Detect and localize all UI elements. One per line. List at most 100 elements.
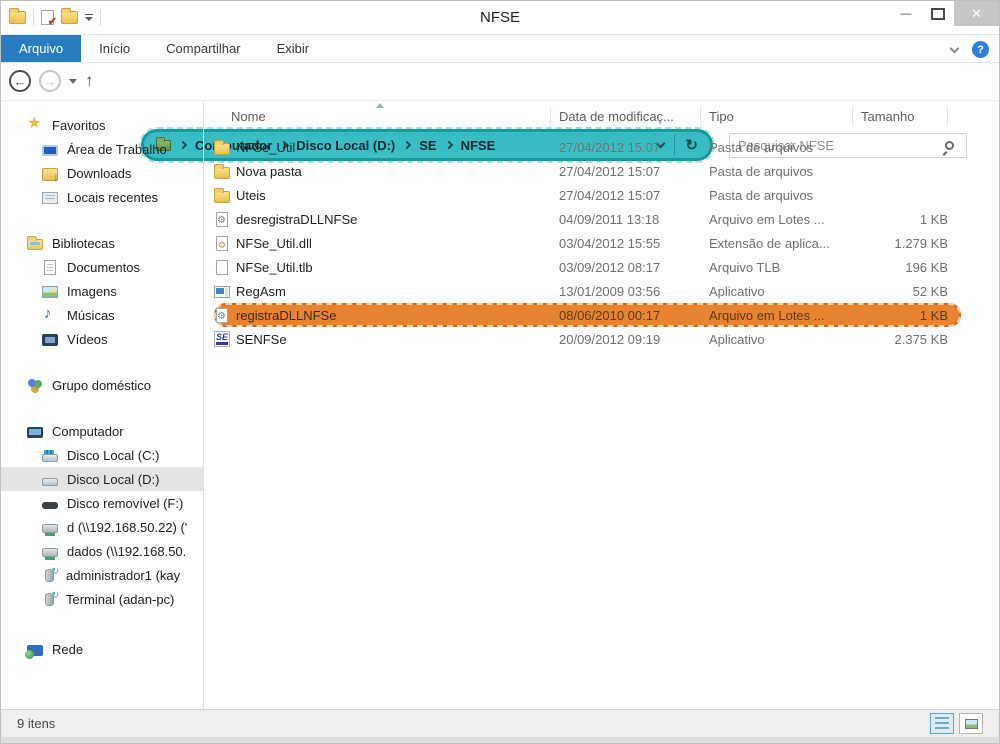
help-icon[interactable]: ? — [972, 41, 989, 58]
sidebar-item[interactable]: Computador — [1, 419, 203, 443]
maximize-button[interactable] — [922, 1, 954, 26]
file-date-modified: 03/09/2012 08:17 — [551, 260, 701, 275]
sidebar-item[interactable]: Favoritos — [1, 113, 203, 137]
se-app-icon — [214, 331, 230, 347]
sidebar-item-label: Vídeos — [67, 332, 107, 347]
document-icon — [44, 260, 56, 275]
items-count: 9 itens — [17, 716, 55, 731]
file-name: RegAsm — [236, 284, 551, 299]
sidebar-item[interactable]: d (\\192.168.50.22) (' — [1, 515, 203, 539]
file-row[interactable]: NFSe_Util 27/04/2012 15:07 Pasta de arqu… — [214, 135, 961, 159]
sidebar-item-label: dados (\\192.168.50. — [67, 544, 186, 559]
file-row[interactable]: Uteis 27/04/2012 15:07 Pasta de arquivos — [214, 183, 961, 207]
sidebar-item[interactable]: Bibliotecas — [1, 231, 203, 255]
ribbon-tab[interactable]: Compartilhar — [148, 35, 258, 62]
properties-icon[interactable] — [41, 10, 54, 25]
qat-divider — [33, 10, 34, 26]
sidebar-item[interactable]: administrador1 (kay — [1, 563, 203, 587]
file-date-modified: 20/09/2012 09:19 — [551, 332, 701, 347]
navigation-pane: Favoritos Área de Trabalho Downloads Loc… — [1, 101, 204, 709]
new-folder-icon[interactable] — [61, 11, 78, 24]
ribbon-tabs: ? Arquivo Início Compartilhar Exibir — [1, 34, 999, 63]
file-size: 1 KB — [853, 308, 948, 323]
column-header-type[interactable]: Tipo — [701, 106, 853, 126]
qat-dropdown-icon[interactable] — [85, 14, 93, 21]
file-type: Pasta de arquivos — [701, 188, 853, 203]
file-size: 196 KB — [853, 260, 948, 275]
sidebar-item[interactable]: Terminal (adan-pc) — [1, 587, 203, 611]
file-name: NFSe_Util.tlb — [236, 260, 551, 275]
sidebar-item-label: d (\\192.168.50.22) (' — [67, 520, 187, 535]
column-header-size[interactable]: Tamanho — [853, 106, 948, 126]
batch-icon — [216, 308, 228, 323]
forward-button[interactable] — [39, 70, 61, 92]
sidebar-item[interactable]: Disco Local (C:) — [1, 443, 203, 467]
sidebar-item[interactable]: dados (\\192.168.50. — [1, 539, 203, 563]
sidebar-item-label: Músicas — [67, 308, 115, 323]
ribbon-tab-label: Arquivo — [19, 41, 63, 56]
app-folder-icon — [9, 11, 26, 24]
file-date-modified: 08/06/2010 00:17 — [551, 308, 701, 323]
star-icon — [27, 117, 43, 133]
sidebar-item-label: Rede — [52, 642, 83, 657]
view-switcher — [930, 713, 983, 734]
back-button[interactable] — [9, 70, 31, 92]
ribbon-tab-label: Compartilhar — [166, 41, 240, 56]
sidebar-item[interactable]: Vídeos — [1, 327, 203, 351]
drive-icon — [42, 478, 58, 486]
file-row[interactable]: RegAsm 13/01/2009 03:56 Aplicativo 52 KB — [214, 279, 961, 303]
sidebar-item[interactable]: Rede — [1, 637, 203, 661]
file-row[interactable]: Nova pasta 27/04/2012 15:07 Pasta de arq… — [214, 159, 961, 183]
ribbon-collapse-chevron-icon[interactable] — [950, 43, 960, 53]
column-headers: Nome Data de modificaç... Tipo Tamanho — [204, 101, 999, 131]
status-bar: 9 itens — [1, 709, 999, 743]
sidebar-item-label: administrador1 (kay — [66, 568, 180, 583]
sidebar-item[interactable]: Grupo doméstico — [1, 373, 203, 397]
downloads-icon — [42, 168, 58, 181]
sidebar-item[interactable]: Disco Local (D:) — [1, 467, 203, 491]
file-row[interactable]: desregistraDLLNFSe 04/09/2011 13:18 Arqu… — [214, 207, 961, 231]
address-toolbar: Computador Disco Local (D:) SE NFSE — [1, 63, 999, 101]
title-bar: NFSE — [1, 1, 999, 34]
ribbon-tab[interactable]: Arquivo — [1, 35, 81, 62]
sidebar-item[interactable]: Disco removível (F:) — [1, 491, 203, 515]
file-row[interactable]: NFSe_Util.dll 03/04/2012 15:55 Extensão … — [214, 231, 961, 255]
file-name: registraDLLNFSe — [236, 308, 551, 323]
dll-icon — [216, 236, 228, 251]
file-list-pane: Nome Data de modificaç... Tipo Tamanho N… — [204, 101, 999, 709]
network-drive-icon — [42, 548, 58, 557]
thumbnails-view-icon[interactable] — [959, 713, 983, 734]
file-row[interactable]: registraDLLNFSe 08/06/2010 00:17 Arquivo… — [214, 303, 961, 327]
file-name: Uteis — [236, 188, 551, 203]
ribbon-tab[interactable]: Início — [81, 35, 148, 62]
file-name: NFSe_Util.dll — [236, 236, 551, 251]
details-view-icon[interactable] — [930, 713, 954, 734]
image-icon — [42, 286, 58, 298]
sidebar-item[interactable]: Área de Trabalho — [1, 137, 203, 161]
sidebar-item[interactable]: Imagens — [1, 279, 203, 303]
network-user-icon — [45, 593, 54, 606]
sidebar-item[interactable]: Downloads — [1, 161, 203, 185]
column-header-date[interactable]: Data de modificaç... — [551, 106, 701, 126]
ribbon-tab[interactable]: Exibir — [259, 35, 328, 62]
ribbon-tab-label: Início — [99, 41, 130, 56]
recent-icon — [42, 192, 58, 204]
sidebar-item[interactable]: Músicas — [1, 303, 203, 327]
file-date-modified: 04/09/2011 13:18 — [551, 212, 701, 227]
file-size: 1 KB — [853, 212, 948, 227]
minimize-button[interactable] — [890, 1, 922, 26]
folder-icon — [214, 191, 230, 203]
file-row[interactable]: SENFSe 20/09/2012 09:19 Aplicativo 2.375… — [214, 327, 961, 351]
sidebar-item[interactable]: Locais recentes — [1, 185, 203, 209]
up-button[interactable] — [85, 71, 94, 91]
sidebar-item[interactable]: Documentos — [1, 255, 203, 279]
network-user-icon — [45, 569, 54, 582]
file-type: Aplicativo — [701, 284, 853, 299]
file-date-modified: 27/04/2012 15:07 — [551, 164, 701, 179]
file-row[interactable]: NFSe_Util.tlb 03/09/2012 08:17 Arquivo T… — [214, 255, 961, 279]
close-button[interactable] — [954, 1, 999, 26]
column-header-name[interactable]: Nome — [216, 106, 551, 126]
file-date-modified: 27/04/2012 15:07 — [551, 140, 701, 155]
history-dropdown-icon[interactable] — [69, 79, 77, 84]
file-name: SENFSe — [236, 332, 551, 347]
